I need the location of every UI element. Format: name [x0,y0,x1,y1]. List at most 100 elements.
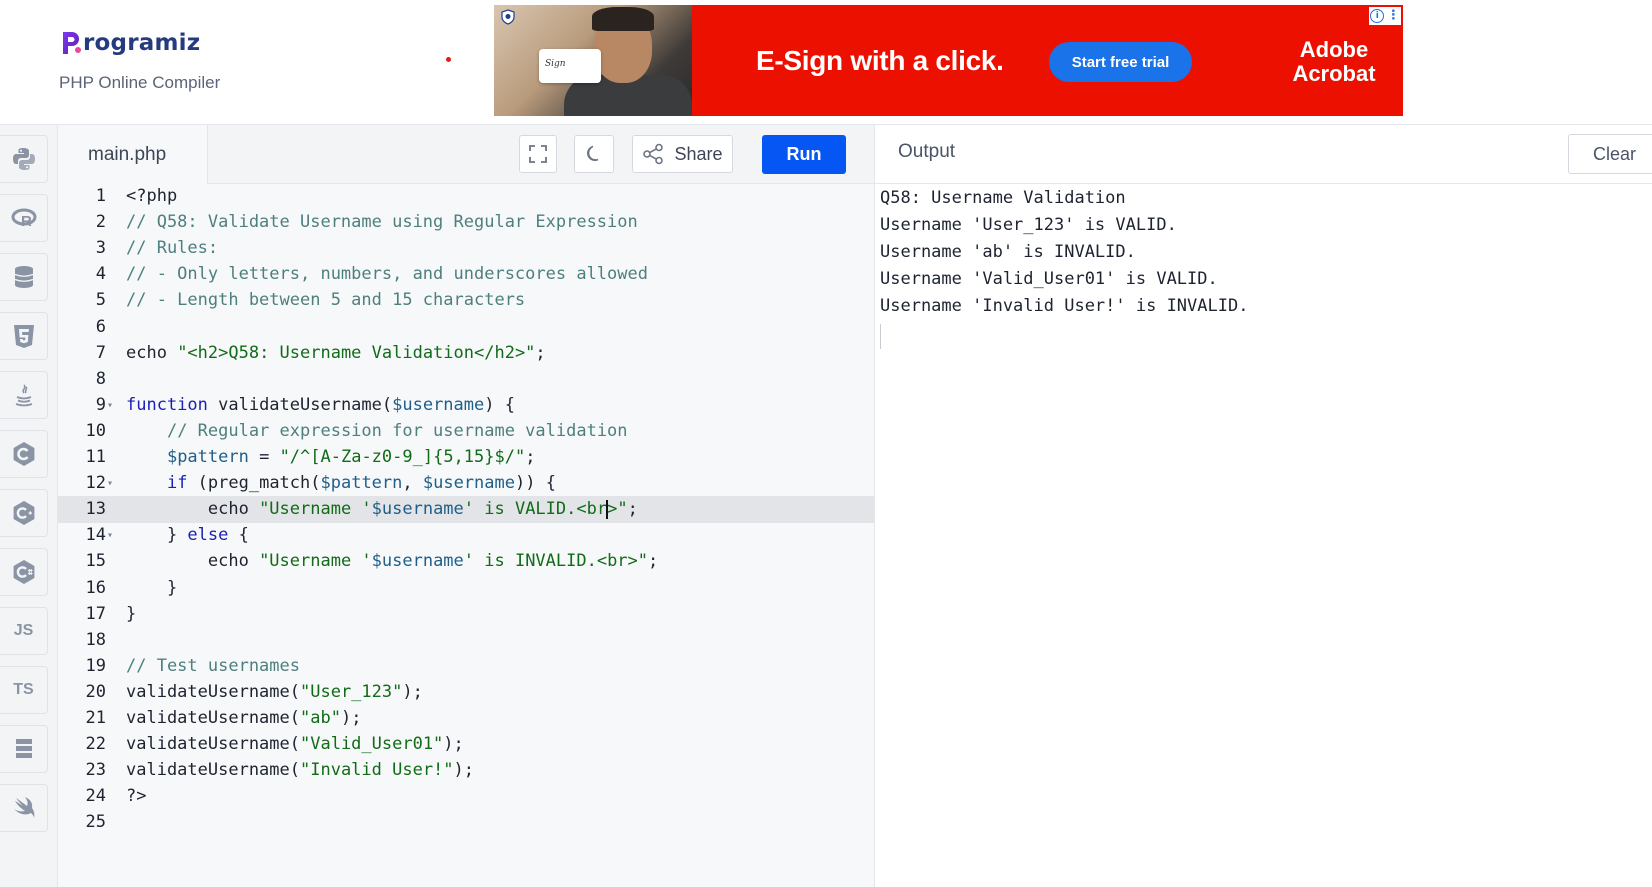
code-token-string: ' is VALID.<br [463,499,608,520]
code-line[interactable]: 12 ▾ if (preg_match($pattern, $username))… [58,470,874,497]
code-text: validateUsername("User_123"); [126,679,423,706]
advertisement-banner[interactable]: Sign E-Sign with a click. Start free tri… [494,5,1403,116]
theme-toggle-button[interactable] [574,135,614,173]
code-line[interactable]: 10 // Regular expression for username va… [58,418,874,445]
code-token-plain: )) { [515,473,556,494]
code-token-var: $pattern [320,473,403,494]
code-text: $pattern = "/^[A-Za-z0-9_]{5,15}$/"; [126,444,536,471]
c-icon [13,442,34,466]
lang-c[interactable] [0,430,48,478]
brand-name: rogramiz [83,30,201,56]
code-line[interactable]: 13 echo "Username '$username' is VALID.<… [58,496,874,524]
programiz-logo[interactable]: rogramiz [60,30,200,56]
code-token-plain: ) { [484,394,515,415]
fold-toggle-icon[interactable]: ▾ [107,522,113,549]
lang-r[interactable]: R [0,194,48,242]
code-line[interactable]: 4 // - Only letters, numbers, and undersc… [58,261,874,288]
code-token-plain: = [248,447,280,467]
code-line[interactable]: 17} [58,601,874,628]
fold-toggle-icon[interactable]: ▾ [107,470,113,497]
lang-java[interactable] [0,371,48,419]
code-area[interactable]: 1 <?php 2 // Q58: Validate Username using R… [58,183,874,887]
svg-text:R: R [21,213,32,230]
lang-go[interactable] [0,725,48,773]
code-line[interactable]: 14 ▾ } else { [58,522,874,549]
line-number: 9 [95,394,106,415]
lang-python[interactable] [0,135,48,183]
code-line[interactable]: 2 // Q58: Validate Username using Regular… [58,209,874,236]
line-number: 18 [85,629,106,650]
lang-html[interactable] [0,312,48,360]
code-token-plain: ); [453,760,475,781]
code-line[interactable]: 19 // Test usernames [58,653,874,680]
line-number: 22 [85,734,106,755]
code-token-plain: ; [627,499,638,520]
code-token-comment: // Test usernames [126,655,300,676]
html5-icon [13,325,34,348]
code-line[interactable]: 6 [58,314,874,341]
ad-headline: E-Sign with a click. [756,45,1004,76]
line-number: 20 [85,681,106,702]
code-token-plain: ); [402,681,423,702]
fold-toggle-icon[interactable]: ▾ [107,392,113,419]
code-text: // Q58: Validate Username using Regular … [126,209,638,236]
code-line[interactable]: 22 validateUsername("Valid_User01"); [58,731,874,758]
code-token-plain: echo [126,342,178,363]
line-number: 2 [95,212,106,233]
code-line[interactable]: 25 [58,809,874,836]
code-line[interactable]: 7 echo "<h2>Q58: Username Validation</h2>… [58,340,874,367]
code-text: echo "Username '$username' is VALID.<br>… [126,496,638,523]
ts-icon: TS [13,681,34,698]
file-tab-main-php[interactable]: main.php [58,125,208,184]
code-token-comment: // Regular expression for username valid… [166,420,628,441]
indicator-dot [446,57,451,62]
code-text: if (preg_match($pattern, $username)) { [126,470,556,497]
line-number: 23 [85,760,106,781]
lang-csharp[interactable] [0,548,48,596]
code-text: ?> [126,783,146,810]
code-line[interactable]: 18 [58,627,874,654]
code-line[interactable]: 16 } [58,575,874,602]
r-icon: R [11,208,36,230]
more-vert-icon[interactable]: ⋮ [1387,9,1400,22]
code-line[interactable]: 3 // Rules: [58,235,874,262]
lang-sql[interactable] [0,253,48,301]
output-console[interactable]: Q58: Username Validation Username 'User_1… [880,185,1248,320]
share-button[interactable]: Share [632,135,733,173]
ad-brand-line2: Acrobat [1292,61,1376,86]
line-number: 13 [85,499,106,520]
share-icon [643,143,664,165]
code-line[interactable]: 11 $pattern = "/^[A-Za-z0-9_]{5,15}$/"; [58,444,874,471]
moon-icon [587,145,599,161]
lang-typescript[interactable]: TS [0,666,48,714]
code-line[interactable]: 21 validateUsername("ab"); [58,705,874,732]
line-number: 6 [95,316,106,337]
code-line[interactable]: 23 validateUsername("Invalid User!"); [58,757,874,784]
code-line[interactable]: 1 <?php [58,183,874,210]
line-number: 12 [85,473,106,494]
code-line[interactable]: 24 ?> [58,783,874,810]
clear-button[interactable]: Clear [1568,134,1652,174]
ad-start-trial-button[interactable]: Start free trial [1049,42,1192,82]
code-token-string: "ab" [300,708,341,728]
code-line[interactable]: 5 // - Length between 5 and 15 characters [58,287,874,314]
cpp-icon [13,501,34,525]
info-icon[interactable]: i [1370,9,1385,23]
code-line[interactable]: 20 validateUsername("User_123"); [58,679,874,706]
lang-javascript[interactable]: JS [0,607,48,655]
lang-cpp[interactable] [0,489,48,537]
code-text: echo "<h2>Q58: Username Validation</h2>"… [126,340,546,367]
line-number: 14 [85,525,106,546]
line-number: 10 [85,420,106,441]
language-sidebar: R JS TS [0,125,58,887]
ad-choices[interactable]: i ⋮ [1369,7,1401,25]
run-button[interactable]: Run [762,135,846,174]
lang-swift[interactable] [0,784,48,832]
code-line[interactable]: 15 echo "Username '$username' is INVALID… [58,548,874,575]
code-line[interactable]: 9 ▾ function validateUsername($username) { [58,392,874,419]
code-line[interactable]: 8 [58,366,874,393]
output-line: Username 'ab' is INVALID. [880,242,1136,262]
code-text: <?php [126,183,177,210]
fullscreen-button[interactable] [519,135,557,173]
